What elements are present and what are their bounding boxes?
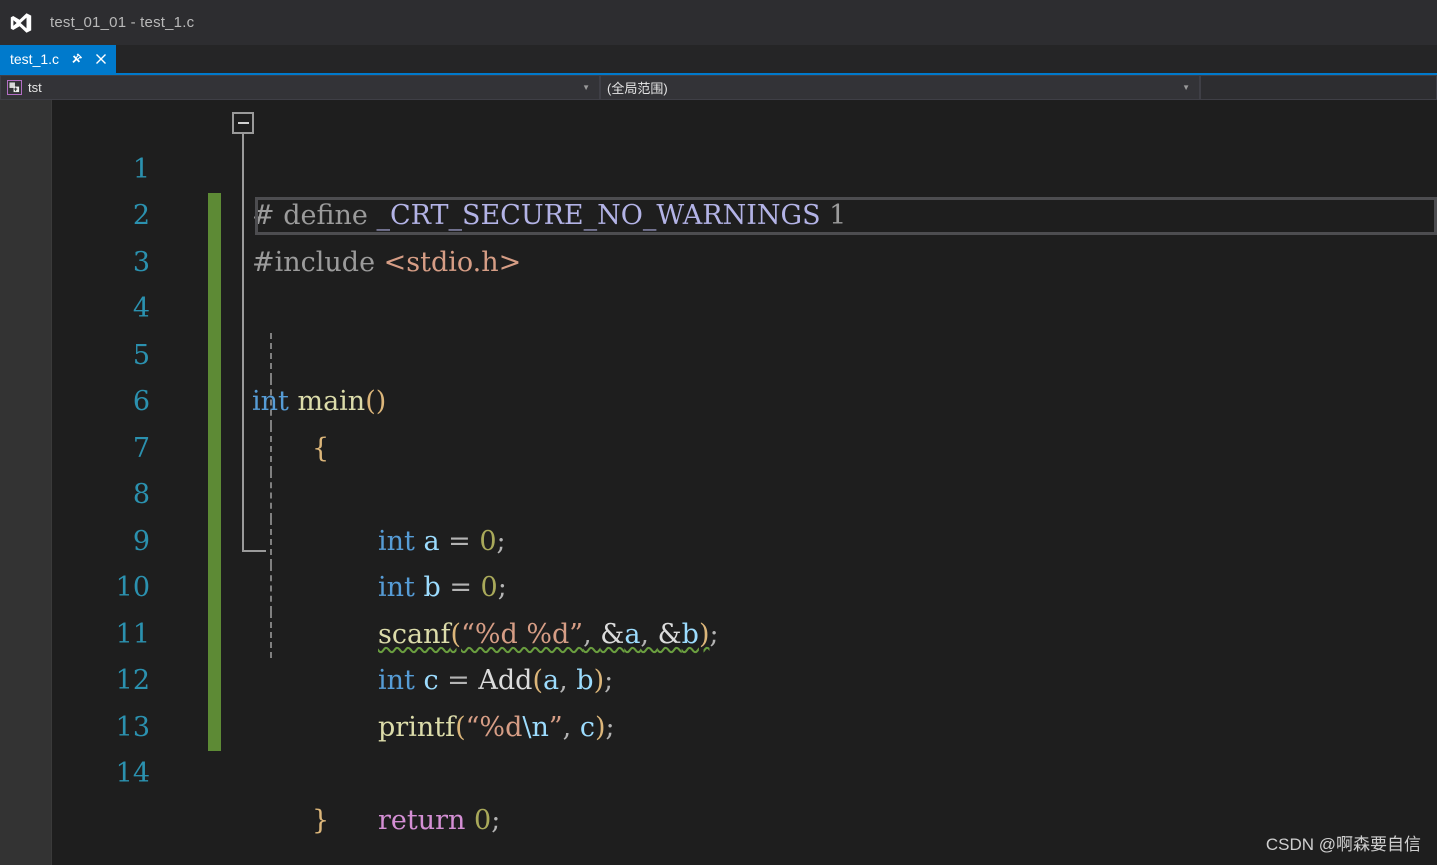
change-marker [208, 518, 221, 565]
indent-guide [270, 611, 272, 658]
indent-guide [270, 472, 272, 519]
tab-strip: test_1.c [0, 45, 1437, 73]
code-surface[interactable]: 1 # define _CRT_SECURE_NO_WARNINGS 1 2 #… [52, 100, 1437, 865]
member-list-dropdown[interactable] [1200, 75, 1437, 100]
tab-test-1-c[interactable]: test_1.c [0, 45, 117, 73]
line-number: 14 [115, 758, 150, 789]
token-keyword-return: return [378, 804, 466, 836]
project-scope-dropdown[interactable]: tst ▼ [0, 75, 600, 100]
code-line-current[interactable]: 3 [52, 193, 1437, 278]
code-line[interactable]: 12 return 0; [52, 611, 1437, 836]
change-marker [208, 425, 221, 472]
code-line[interactable]: 13 } [52, 658, 1437, 836]
indent-guide [270, 565, 272, 612]
pin-icon[interactable] [68, 51, 84, 67]
close-icon[interactable] [93, 51, 109, 67]
project-scope-value: tst [28, 80, 42, 95]
code-line[interactable]: 10 printf(“%d\n”, c); [52, 518, 1437, 743]
code-editor[interactable]: 1 # define _CRT_SECURE_NO_WARNINGS 1 2 #… [0, 100, 1437, 865]
code-line[interactable]: 11 [52, 565, 1437, 650]
code-line[interactable]: 2 #include <stdio.h> [52, 147, 1437, 278]
code-line[interactable]: 7 int b = 0; [52, 379, 1437, 603]
chevron-down-icon[interactable]: ▼ [1177, 83, 1195, 92]
token-semicolon: ; [491, 804, 501, 836]
visual-studio-logo-icon [8, 10, 34, 36]
title-bar: test_01_01 - test_1.c [0, 0, 1437, 45]
indent-guide [270, 518, 272, 565]
token-number: 0 [474, 804, 492, 836]
indent-guide [270, 332, 272, 379]
watermark: CSDN @啊森要自信 [1265, 835, 1421, 854]
change-marker [208, 193, 221, 240]
code-line[interactable]: 14 [52, 704, 1437, 789]
token-brace-close: } [312, 804, 330, 836]
indent-guide [270, 379, 272, 426]
project-scope-icon [7, 80, 22, 95]
change-marker [208, 332, 221, 379]
member-scope-value: (全局范围) [607, 81, 668, 96]
code-line[interactable]: 8 scanf(“%d %d”, &a, &b); [52, 425, 1437, 650]
change-marker [208, 472, 221, 519]
change-marker [208, 704, 221, 751]
code-line[interactable]: 5 { [52, 286, 1437, 464]
window-title: test_01_01 - test_1.c [50, 14, 195, 31]
change-marker [208, 379, 221, 426]
tab-strip-empty-area [116, 45, 1437, 73]
change-marker [208, 286, 221, 333]
indent-guide [270, 425, 272, 472]
current-line-indicator [255, 197, 1437, 235]
change-marker [208, 658, 221, 705]
code-line[interactable]: 9 int c = Add(a, b); [52, 472, 1437, 696]
member-scope-dropdown[interactable]: (全局范围) ▼ [600, 75, 1200, 100]
code-line[interactable]: 4 int main() [52, 239, 1437, 417]
change-marker [208, 565, 221, 612]
code-line[interactable]: 6 int a = 0; [52, 332, 1437, 557]
navigation-bar: tst ▼ (全局范围) ▼ [0, 73, 1437, 100]
line-content: } [312, 798, 329, 845]
tab-label: test_1.c [10, 51, 60, 67]
editor-left-margin [0, 100, 52, 865]
code-line[interactable]: 1 # define _CRT_SECURE_NO_WARNINGS 1 [52, 100, 1437, 232]
change-marker [208, 239, 221, 286]
change-marker [208, 611, 221, 658]
chevron-down-icon[interactable]: ▼ [577, 83, 595, 92]
line-content: return 0; [378, 798, 500, 845]
